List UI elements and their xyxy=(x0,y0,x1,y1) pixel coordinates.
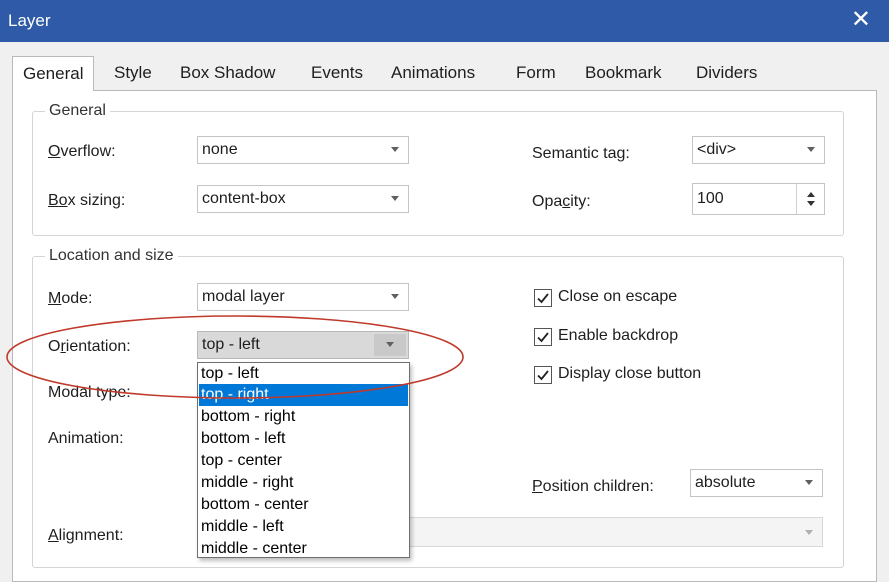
position-children-label: Position children: xyxy=(532,478,654,496)
chevron-down-icon xyxy=(386,342,394,347)
orientation-option-top-center[interactable]: top - center xyxy=(199,450,408,472)
checkmark-icon xyxy=(534,366,552,384)
mode-label-accesskey: M xyxy=(48,290,62,307)
location-size-group-title: Location and size xyxy=(45,247,178,265)
box-sizing-label-accesskey: o xyxy=(58,192,68,209)
spin-down-icon[interactable] xyxy=(807,201,815,206)
box-sizing-select[interactable]: content-box xyxy=(197,185,409,213)
orientation-option-bottom-left[interactable]: bottom - left xyxy=(199,428,408,450)
chevron-down-icon xyxy=(391,196,399,201)
tab-style[interactable]: Style xyxy=(114,58,152,90)
chevron-down-icon xyxy=(807,147,815,152)
semantic-tag-select[interactable]: <div> xyxy=(692,136,825,164)
animation-label: Animation: xyxy=(48,430,124,447)
mode-select[interactable]: modal layer xyxy=(197,283,409,311)
orientation-option-middle-left[interactable]: middle - left xyxy=(199,516,408,538)
orientation-label-text: ientation: xyxy=(65,338,131,355)
opacity-label-text: ity: xyxy=(570,193,591,210)
orientation-value: top - left xyxy=(202,336,260,353)
orientation-option-middle-right[interactable]: middle - right xyxy=(199,472,408,494)
close-on-escape-label: Close on escape xyxy=(558,288,678,305)
alignment-label-accesskey: A xyxy=(48,527,59,544)
overflow-select[interactable]: none xyxy=(197,136,409,164)
display-close-button-checkbox[interactable]: Display close button xyxy=(534,365,744,387)
orientation-option-middle-center[interactable]: middle - center xyxy=(199,538,408,560)
orientation-option-top-right[interactable]: top - right xyxy=(199,384,408,406)
spin-up-icon[interactable] xyxy=(807,192,815,197)
overflow-label-accesskey: O xyxy=(48,143,61,160)
orientation-label-pre: O xyxy=(48,338,61,355)
enable-backdrop-label: Enable backdrop xyxy=(558,327,679,344)
chevron-down-icon xyxy=(805,530,813,535)
tab-general[interactable]: General xyxy=(12,56,95,91)
opacity-label-pre: Opa xyxy=(532,193,563,210)
tab-dividers[interactable]: Dividers xyxy=(696,58,757,90)
close-icon[interactable]: ✕ xyxy=(851,6,871,34)
dropdown-button[interactable] xyxy=(374,334,406,356)
opacity-value: 100 xyxy=(697,190,724,207)
tab-animations[interactable]: Animations xyxy=(391,58,475,90)
orientation-option-top-left[interactable]: top - left xyxy=(199,363,408,385)
orientation-select[interactable]: top - left xyxy=(197,331,409,359)
modal-type-label: Modal type: xyxy=(48,384,131,401)
overflow-label: Overflow: xyxy=(48,143,116,161)
title-bar: Layer ✕ xyxy=(0,0,889,42)
window-title: Layer xyxy=(8,11,51,30)
spinner-buttons[interactable] xyxy=(796,184,824,214)
alignment-label: Alignment: xyxy=(48,527,124,545)
enable-backdrop-checkbox[interactable]: Enable backdrop xyxy=(534,327,714,349)
alignment-label-text: lignment: xyxy=(58,527,124,544)
chevron-down-icon xyxy=(391,294,399,299)
box-sizing-label-text: x sizing: xyxy=(67,192,126,209)
overflow-value: none xyxy=(202,141,238,158)
tab-bookmark[interactable]: Bookmark xyxy=(585,58,662,90)
semantic-tag-label: Semantic tag: xyxy=(532,145,630,162)
position-children-label-accesskey: P xyxy=(532,478,543,495)
chevron-down-icon xyxy=(805,480,813,485)
close-on-escape-checkbox[interactable]: Close on escape xyxy=(534,288,714,310)
orientation-option-bottom-center[interactable]: bottom - center xyxy=(199,494,408,516)
orientation-dropdown-list: top - left top - right bottom - right bo… xyxy=(197,362,410,558)
opacity-label: Opacity: xyxy=(532,193,591,211)
mode-label-text: ode: xyxy=(61,290,93,307)
position-children-value: absolute xyxy=(695,474,756,491)
checkmark-icon xyxy=(534,328,552,346)
tab-events[interactable]: Events xyxy=(311,58,363,90)
mode-value: modal layer xyxy=(202,288,285,305)
orientation-option-bottom-right[interactable]: bottom - right xyxy=(199,406,408,428)
position-children-select[interactable]: absolute xyxy=(690,469,823,497)
mode-label: Mode: xyxy=(48,290,92,308)
checkmark-icon xyxy=(534,289,552,307)
position-children-label-text: osition children: xyxy=(542,478,654,495)
box-sizing-label: Box sizing: xyxy=(48,192,125,210)
semantic-tag-value: <div> xyxy=(697,141,737,158)
box-sizing-label-pre: B xyxy=(48,192,59,209)
opacity-spinner[interactable]: 100 xyxy=(692,183,825,215)
tab-form[interactable]: Form xyxy=(516,58,556,90)
box-sizing-value: content-box xyxy=(202,190,286,207)
overflow-label-text: verflow: xyxy=(60,143,116,160)
chevron-down-icon xyxy=(391,147,399,152)
general-group-title: General xyxy=(45,102,110,120)
tab-box-shadow[interactable]: Box Shadow xyxy=(180,58,275,90)
orientation-label: Orientation: xyxy=(48,338,131,356)
general-group xyxy=(32,111,844,236)
display-close-button-label: Display close button xyxy=(558,365,702,382)
